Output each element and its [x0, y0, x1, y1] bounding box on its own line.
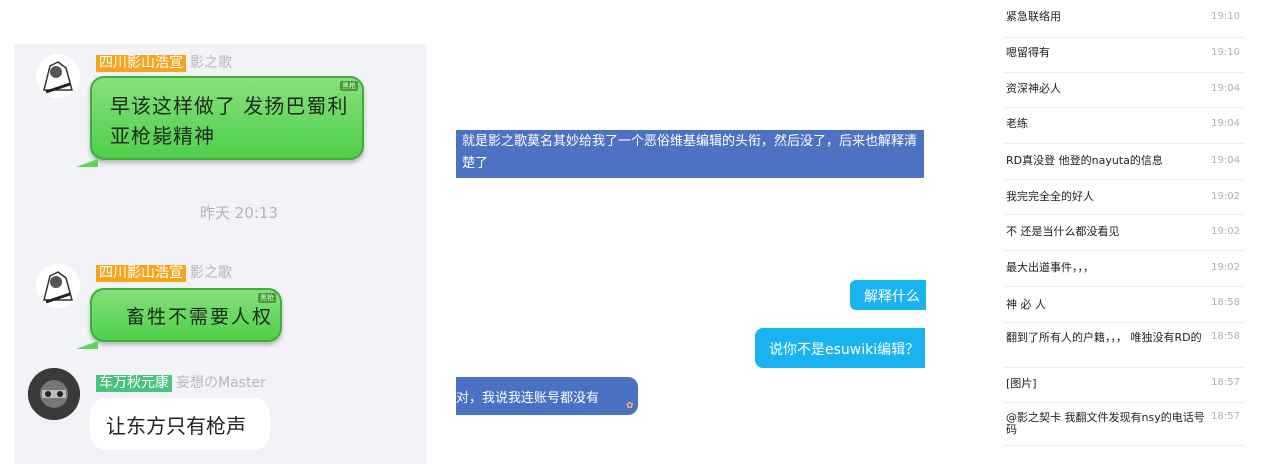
- list-item-text: 我完完全全的好人: [1006, 190, 1094, 203]
- list-item[interactable]: RD真没登 他登的nayuta的信息 19:04: [1004, 144, 1244, 180]
- sender-name: 妄想のMaster: [176, 375, 266, 391]
- message-text: 畜牲不需要人权: [126, 306, 274, 328]
- reply-text: 解释什么: [864, 289, 920, 305]
- list-item-time: 19:10: [1211, 11, 1240, 22]
- list-item-time: 19:10: [1211, 47, 1240, 58]
- list-item[interactable]: 神 必 人 18:58: [1004, 287, 1244, 323]
- message-bubble[interactable]: 黑枪 早该这样做了 发扬巴蜀利 亚枪毙精神: [76, 76, 364, 167]
- highlighted-message-text: 就是影之歌莫名其妙给我了一个恶俗维基编辑的头衔，然后没了，后来也解释清楚了: [462, 134, 918, 171]
- list-item[interactable]: 最大出道事件，，， 19:02: [1004, 251, 1244, 287]
- list-item-time: 18:58: [1211, 297, 1240, 308]
- message-list: 紧急联络用 19:10 嗯留得有 19:10 资深神必人 19:04 老练 19…: [1004, 0, 1244, 446]
- rank-badge: 四川影山浩宣: [96, 55, 186, 72]
- rank-badge: 四川影山浩宣: [96, 265, 186, 282]
- list-item-text: 嗯留得有: [1006, 46, 1050, 59]
- list-item-text: 神 必 人: [1006, 298, 1046, 311]
- list-item-text: RD真没登 他登的nayuta的信息: [1006, 154, 1163, 167]
- message-bubble[interactable]: 对，我说我连账号都没有 ✿: [456, 377, 638, 415]
- user-avatar[interactable]: [28, 368, 80, 420]
- message-text-line2: 亚枪毙精神: [110, 124, 215, 148]
- list-item[interactable]: @影之契卡 我翻文件发现有nsy的电话号码 18:57: [1004, 403, 1244, 446]
- message-text-line1: 早该这样做了 发扬巴蜀利: [110, 94, 349, 118]
- sender-line: 四川影山浩宣 影之歌: [96, 52, 232, 72]
- list-item-time: 19:04: [1211, 155, 1240, 166]
- list-item-time: 19:02: [1211, 191, 1240, 202]
- list-item-time: 18:57: [1211, 411, 1240, 422]
- user-avatar[interactable]: [36, 54, 80, 98]
- list-item-time: 18:58: [1211, 331, 1240, 342]
- bubble-tail: [76, 341, 98, 349]
- list-item[interactable]: [图片] 18:57: [1004, 368, 1244, 403]
- rank-badge: 车万秋元康: [96, 375, 172, 392]
- list-item-text: 资深神必人: [1006, 82, 1061, 95]
- sender-line: 车万秋元康 妄想のMaster: [96, 372, 266, 392]
- reply-text: 说你不是esuwiki编辑？: [769, 342, 920, 358]
- list-item[interactable]: 我完完全全的好人 19:02: [1004, 180, 1244, 215]
- list-item-text: @影之契卡 我翻文件发现有nsy的电话号码: [1006, 411, 1205, 436]
- highlighted-message[interactable]: 就是影之歌莫名其妙给我了一个恶俗维基编辑的头衔，然后没了，后来也解释清楚了: [456, 130, 924, 178]
- list-item-text: 紧急联络用: [1006, 10, 1061, 23]
- user-avatar[interactable]: [36, 264, 80, 308]
- list-item[interactable]: 嗯留得有 19:10: [1004, 38, 1244, 73]
- reply-bubble[interactable]: 说你不是esuwiki编辑？: [755, 328, 925, 368]
- list-item-time: 18:57: [1211, 377, 1240, 388]
- list-item-text: [图片]: [1006, 377, 1037, 390]
- reply-bubble[interactable]: 解释什么: [850, 280, 926, 310]
- list-item-text: 最大出道事件，，，: [1006, 261, 1094, 274]
- sender-name: 影之歌: [190, 55, 232, 71]
- bubble-tail: [76, 159, 98, 167]
- list-item[interactable]: 翻到了所有人的户籍，，， 唯独没有RD的 18:58: [1004, 323, 1244, 368]
- message-text: 让东方只有枪声: [106, 414, 246, 438]
- list-item-time: 19:04: [1211, 118, 1240, 129]
- list-item-text: 老练: [1006, 117, 1028, 130]
- message-text: 对，我说我连账号都没有: [456, 391, 600, 406]
- timestamp: 昨天 20:13: [200, 204, 278, 222]
- list-item-time: 19:02: [1211, 226, 1240, 237]
- list-item[interactable]: 不 还是当什么都没看见 19:02: [1004, 215, 1244, 251]
- flower-emoji-icon: ✿: [626, 401, 634, 411]
- sender-line: 四川影山浩宣 影之歌: [96, 262, 232, 282]
- list-item-time: 19:04: [1211, 83, 1240, 94]
- sender-name: 影之歌: [190, 265, 232, 281]
- list-item-time: 19:02: [1211, 262, 1240, 273]
- list-item[interactable]: 紧急联络用 19:10: [1004, 0, 1244, 38]
- list-item-text: 不 还是当什么都没看见: [1006, 225, 1120, 238]
- list-item[interactable]: 老练 19:04: [1004, 108, 1244, 144]
- message-bubble[interactable]: 黑枪 畜牲不需要人权: [76, 288, 282, 349]
- group-chat-screenshot: 四川影山浩宣 影之歌 黑枪 早该这样做了 发扬巴蜀利 亚枪毙精神 昨天 20:13…: [14, 44, 427, 464]
- list-item[interactable]: 资深神必人 19:04: [1004, 73, 1244, 108]
- list-item-text: 翻到了所有人的户籍，，， 唯独没有RD的: [1006, 331, 1202, 344]
- message-bubble[interactable]: 让东方只有枪声: [90, 398, 270, 450]
